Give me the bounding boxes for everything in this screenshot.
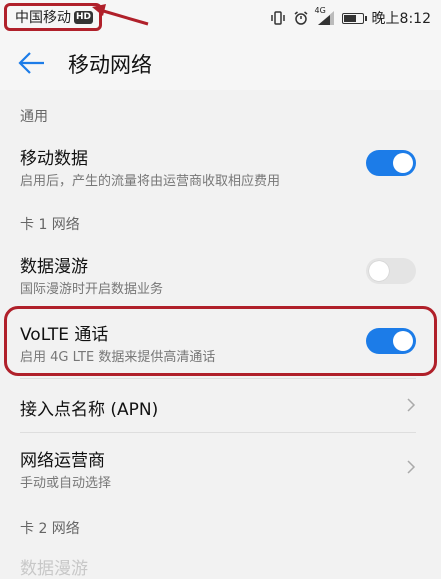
row-subtitle: 手动或自动选择 <box>20 476 112 491</box>
carrier-indicator: 中国移动 HD <box>4 3 103 31</box>
apn-row[interactable]: 接入点名称 (APN) <box>0 378 441 432</box>
status-icons: 4G 晚上8:12 <box>270 6 431 28</box>
alarm-icon <box>294 11 308 25</box>
data-roaming-toggle[interactable] <box>366 258 416 284</box>
app-bar: 移动网络 <box>0 36 441 90</box>
annotation-arrow-icon <box>92 4 149 26</box>
toggle-knob <box>369 261 389 281</box>
row-title: 网络运营商 <box>20 451 105 471</box>
vibrate-icon <box>270 11 285 25</box>
chevron-right-icon <box>407 460 416 474</box>
mobile-data-row[interactable]: 移动数据 启用后，产生的流量将由运营商收取相应费用 <box>0 130 441 200</box>
row-subtitle: 启用后，产生的流量将由运营商收取相应费用 <box>20 174 281 189</box>
section-header-sim2: 卡 2 网络 <box>20 521 80 537</box>
battery-icon <box>341 12 367 24</box>
signal-icon: 4G <box>315 6 334 25</box>
carrier-name: 中国移动 <box>15 10 71 26</box>
hd-badge: HD <box>74 10 94 24</box>
clock: 晚上8:12 <box>371 11 431 27</box>
mobile-data-toggle[interactable] <box>366 150 416 176</box>
row-title: 移动数据 <box>20 149 88 169</box>
network-operator-row[interactable]: 网络运营商 手动或自动选择 <box>0 432 441 502</box>
page-title: 移动网络 <box>68 53 152 77</box>
section-header-sim1: 卡 1 网络 <box>20 217 80 233</box>
row-title: 数据漫游 <box>20 559 88 579</box>
data-roaming-row[interactable]: 数据漫游 国际漫游时开启数据业务 <box>0 238 441 306</box>
section-header-general: 通用 <box>20 109 48 125</box>
annotation-highlight <box>4 306 437 376</box>
status-bar: 中国移动 HD 4G 晚上8:12 <box>0 0 441 36</box>
network-type: 4G <box>314 6 326 15</box>
sim2-data-roaming-row[interactable]: 数据漫游 <box>0 542 441 579</box>
chevron-right-icon <box>407 398 416 412</box>
arrow-left-icon[interactable] <box>16 49 46 77</box>
row-title: 数据漫游 <box>20 257 88 277</box>
row-title: 接入点名称 (APN) <box>20 400 159 420</box>
toggle-knob <box>393 153 413 173</box>
row-subtitle: 国际漫游时开启数据业务 <box>20 282 164 297</box>
